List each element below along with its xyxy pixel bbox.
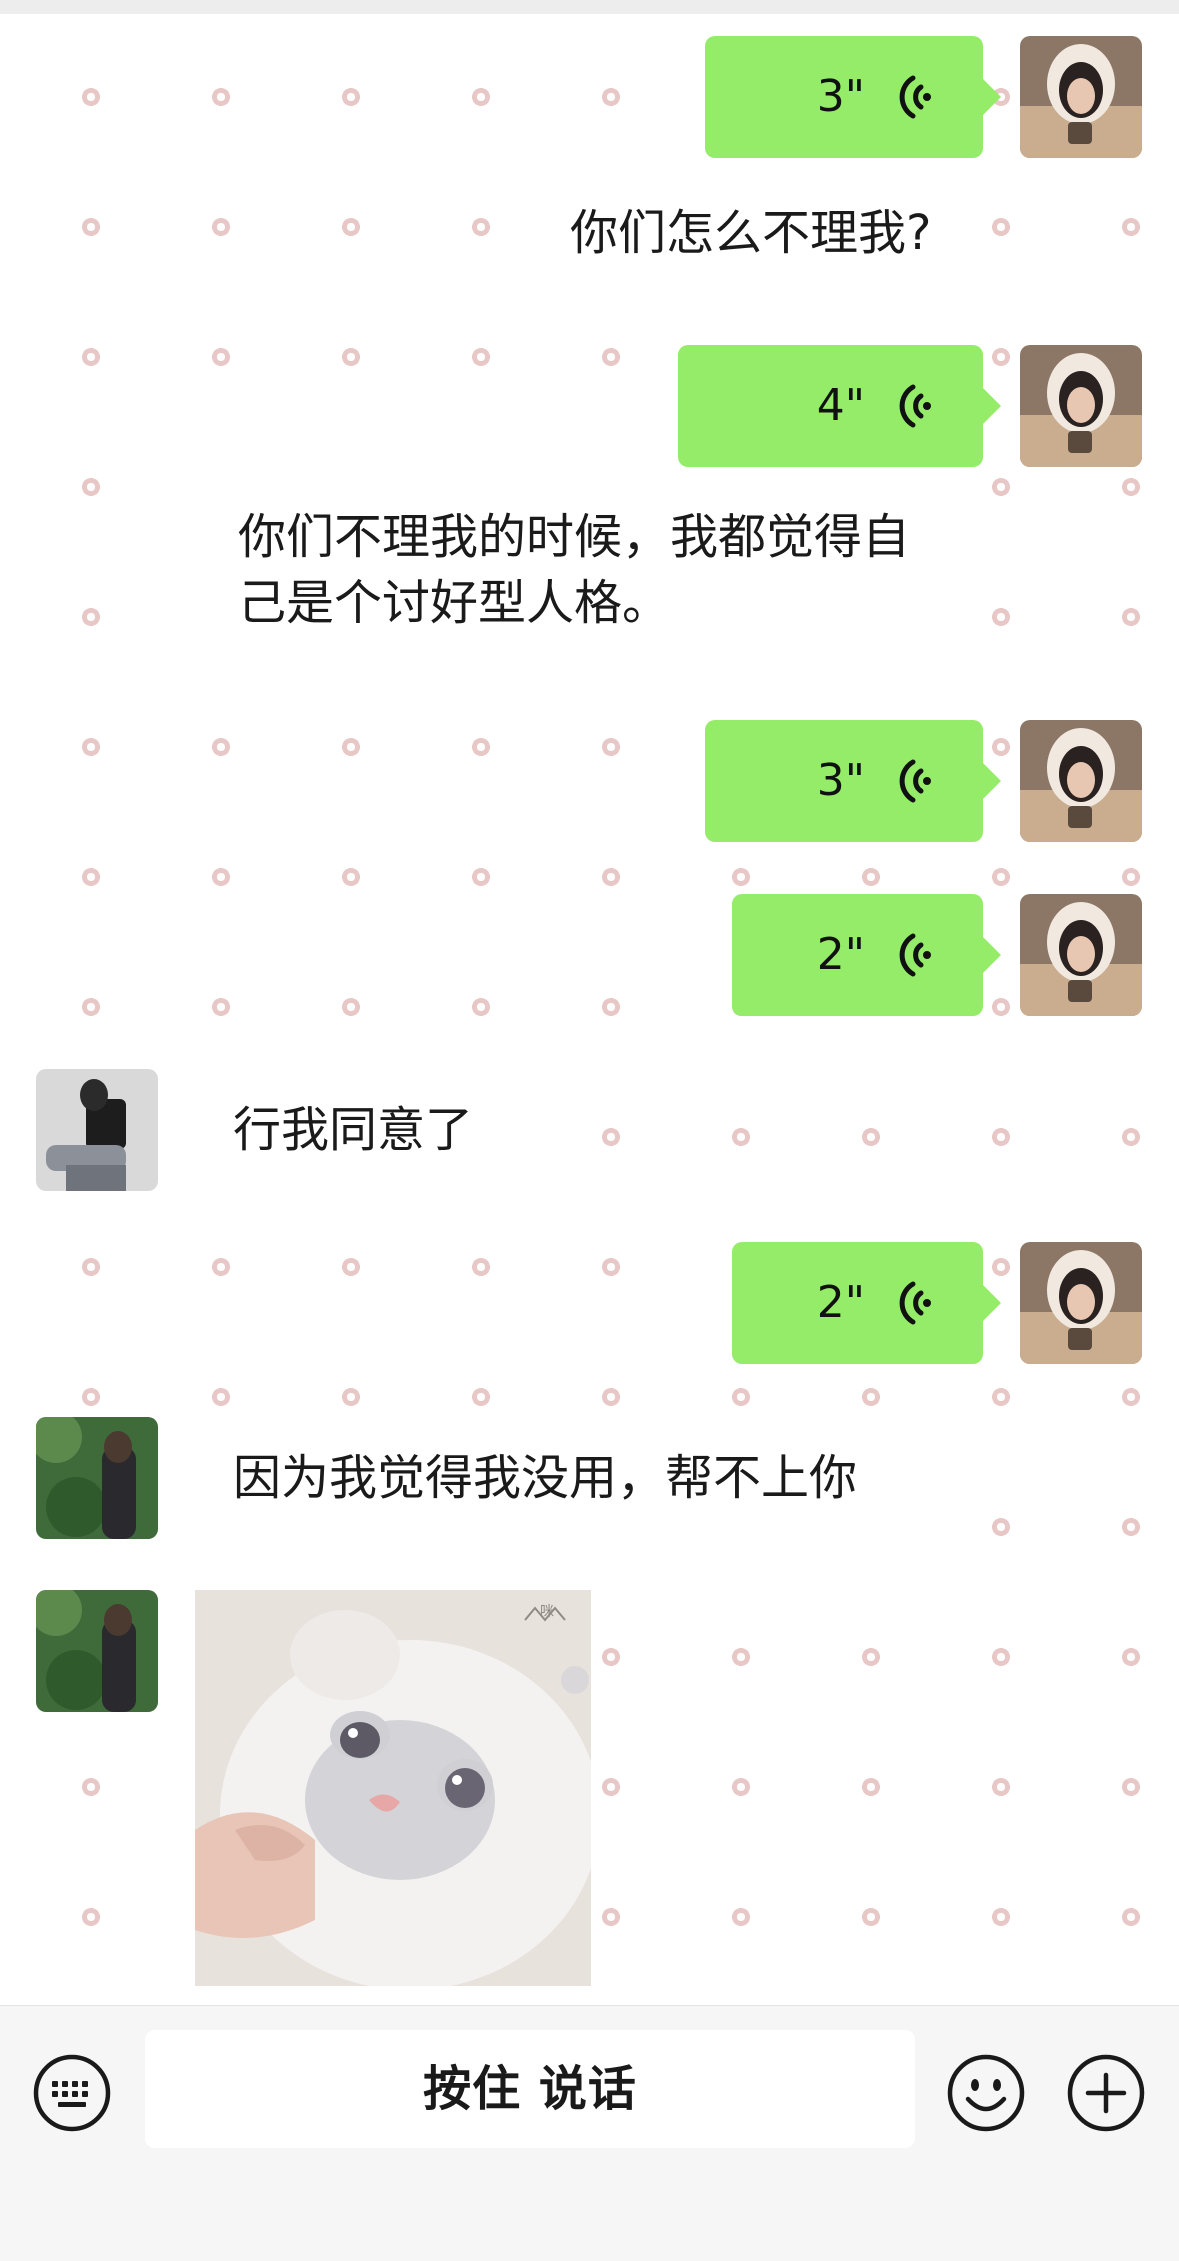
voice-wave-icon — [899, 384, 931, 428]
avatar-contact-b[interactable] — [36, 1590, 158, 1712]
voice-duration: 2" — [816, 1277, 865, 1328]
voice-wave-icon — [899, 933, 931, 977]
emoji-icon — [947, 2054, 1025, 2132]
voice-wave-icon — [899, 1281, 931, 1325]
message-text: 行我同意了 — [233, 1102, 474, 1158]
text-message-bubble[interactable]: 行我同意了 — [177, 1069, 519, 1191]
message-text-line: 己是个讨好型人格。 — [238, 575, 671, 631]
avatar-self[interactable] — [1020, 894, 1142, 1016]
plus-icon — [1067, 2054, 1145, 2132]
voice-message-bubble[interactable]: 3" — [705, 720, 1001, 842]
emoji-button[interactable] — [946, 2053, 1026, 2133]
voice-duration: 3" — [816, 71, 865, 122]
keyboard-icon — [33, 2054, 111, 2132]
voice-duration: 2" — [816, 929, 865, 980]
message-text: 因为我觉得我没用，帮不上你 — [233, 1450, 858, 1506]
voice-duration: 4" — [816, 380, 865, 431]
avatar-contact-a[interactable] — [36, 1069, 158, 1191]
message-text: 你们不理我的时候，我都觉得自 己是个讨好型人格。 — [200, 478, 983, 658]
voice-message-bubble[interactable]: 2" — [732, 1242, 1001, 1364]
voice-message-bubble[interactable]: 2" — [732, 894, 1001, 1016]
sticker-watermark: 咪 — [540, 1604, 554, 1620]
voice-wave-icon — [899, 75, 931, 119]
voice-duration: 3" — [816, 755, 865, 806]
more-options-button[interactable] — [1066, 2053, 1146, 2133]
text-message-bubble[interactable]: 因为我觉得我没用，帮不上你 — [177, 1417, 923, 1539]
voice-wave-icon — [899, 759, 931, 803]
voice-message-bubble[interactable]: 4" — [678, 345, 1001, 467]
avatar-self[interactable] — [1020, 345, 1142, 467]
keyboard-toggle-button[interactable] — [32, 2053, 112, 2133]
chat-message-list[interactable]: 3" 你们怎么不理我? 4" 你们不理我的时候，我都觉得自 己是个讨好型人格。 … — [0, 0, 1179, 2005]
text-message-bubble[interactable]: 你们怎么不理我? — [532, 172, 983, 296]
avatar-self[interactable] — [1020, 36, 1142, 158]
avatar-contact-b[interactable] — [36, 1417, 158, 1539]
cat-sticker-image[interactable]: 咪 — [195, 1590, 591, 1986]
message-text: 你们怎么不理我? — [570, 205, 932, 261]
message-text-line: 你们不理我的时候，我都觉得自 — [238, 509, 911, 565]
avatar-self[interactable] — [1020, 1242, 1142, 1364]
voice-message-bubble[interactable]: 3" — [705, 36, 1001, 158]
text-message-bubble[interactable]: 你们不理我的时候，我都觉得自 己是个讨好型人格。 — [200, 478, 983, 663]
avatar-self[interactable] — [1020, 720, 1142, 842]
chat-input-bar: 按住 说话 — [0, 2005, 1179, 2261]
hold-to-talk-button[interactable]: 按住 说话 — [145, 2030, 915, 2148]
